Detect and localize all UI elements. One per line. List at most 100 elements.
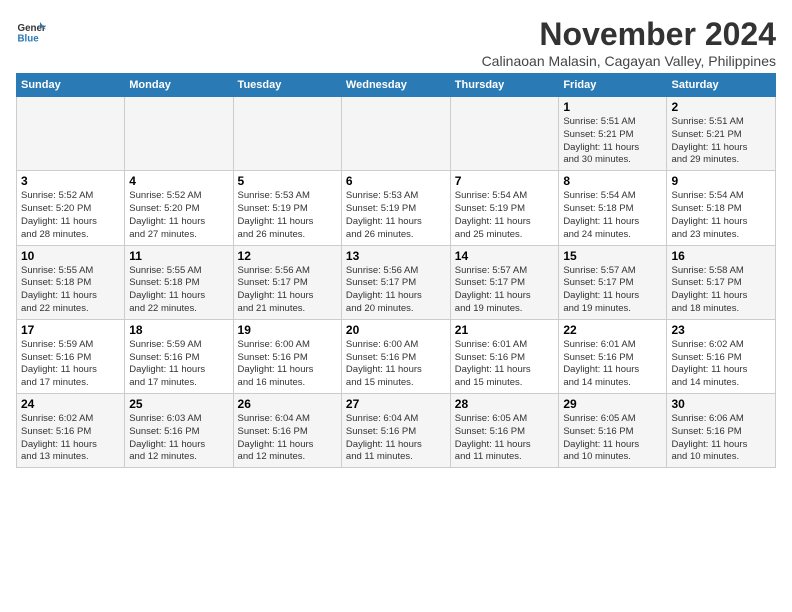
- day-number: 10: [21, 249, 120, 263]
- day-info: Sunrise: 5:58 AM Sunset: 5:17 PM Dayligh…: [671, 265, 771, 316]
- day-number: 7: [455, 174, 555, 188]
- calendar-cell: 15Sunrise: 5:57 AM Sunset: 5:17 PM Dayli…: [559, 245, 667, 319]
- calendar-cell: 27Sunrise: 6:04 AM Sunset: 5:16 PM Dayli…: [341, 394, 450, 468]
- calendar-cell: 25 Sunrise: 6:03 AM Sunset: 5:16 PM Dayli…: [125, 394, 233, 468]
- calendar-cell: 26Sunrise: 6:04 AM Sunset: 5:16 PM Dayli…: [233, 394, 341, 468]
- day-number: 6: [346, 174, 446, 188]
- column-header-thursday: Thursday: [450, 74, 559, 97]
- calendar-table: SundayMondayTuesdayWednesdayThursdayFrid…: [16, 73, 776, 468]
- calendar-cell: 7 Sunrise: 5:54 AM Sunset: 5:19 PM Daylig…: [450, 171, 559, 245]
- week-row-2: 3 Sunrise: 5:52 AM Sunset: 5:20 PM Daylig…: [17, 171, 776, 245]
- calendar-cell: 17 Sunrise: 5:59 AM Sunset: 5:16 PM Dayli…: [17, 319, 125, 393]
- location-title: Calinaoan Malasin, Cagayan Valley, Phili…: [482, 53, 776, 69]
- calendar-cell: 21 Sunrise: 6:01 AM Sunset: 5:16 PM Dayli…: [450, 319, 559, 393]
- day-number: 25: [129, 397, 228, 411]
- week-row-3: 10 Sunrise: 5:55 AM Sunset: 5:18 PM Dayli…: [17, 245, 776, 319]
- day-info: Sunrise: 5:54 AM Sunset: 5:18 PM Dayligh…: [563, 190, 662, 241]
- day-number: 21: [455, 323, 555, 337]
- calendar-cell: 9 Sunrise: 5:54 AM Sunset: 5:18 PM Daylig…: [667, 171, 776, 245]
- calendar-cell: 6Sunrise: 5:53 AM Sunset: 5:19 PM Daylig…: [341, 171, 450, 245]
- day-info: Sunrise: 6:06 AM Sunset: 5:16 PM Dayligh…: [671, 413, 771, 464]
- logo: General Blue: [16, 16, 46, 46]
- day-number: 8: [563, 174, 662, 188]
- calendar-cell: 4Sunrise: 5:52 AM Sunset: 5:20 PM Daylig…: [125, 171, 233, 245]
- calendar-cell: 30Sunrise: 6:06 AM Sunset: 5:16 PM Dayli…: [667, 394, 776, 468]
- day-number: 28: [455, 397, 555, 411]
- week-row-4: 17 Sunrise: 5:59 AM Sunset: 5:16 PM Dayli…: [17, 319, 776, 393]
- day-number: 23: [671, 323, 771, 337]
- day-info: Sunrise: 5:55 AM Sunset: 5:18 PM Dayligh…: [129, 265, 228, 316]
- svg-text:Blue: Blue: [18, 34, 40, 45]
- day-number: 11: [129, 249, 228, 263]
- day-info: Sunrise: 5:52 AM Sunset: 5:20 PM Dayligh…: [21, 190, 120, 241]
- calendar-cell: 10 Sunrise: 5:55 AM Sunset: 5:18 PM Dayli…: [17, 245, 125, 319]
- column-header-wednesday: Wednesday: [341, 74, 450, 97]
- day-info: Sunrise: 6:01 AM Sunset: 5:16 PM Dayligh…: [563, 339, 662, 390]
- calendar-cell: 12 Sunrise: 5:56 AM Sunset: 5:17 PM Dayli…: [233, 245, 341, 319]
- column-header-monday: Monday: [125, 74, 233, 97]
- day-number: 29: [563, 397, 662, 411]
- day-number: 5: [238, 174, 337, 188]
- day-number: 9: [671, 174, 771, 188]
- day-info: Sunrise: 6:00 AM Sunset: 5:16 PM Dayligh…: [346, 339, 446, 390]
- calendar-cell: 14 Sunrise: 5:57 AM Sunset: 5:17 PM Dayli…: [450, 245, 559, 319]
- day-info: Sunrise: 5:54 AM Sunset: 5:18 PM Dayligh…: [671, 190, 771, 241]
- calendar-cell: 1Sunrise: 5:51 AM Sunset: 5:21 PM Daylig…: [559, 97, 667, 171]
- calendar-cell: [341, 97, 450, 171]
- calendar-cell: 13 Sunrise: 5:56 AM Sunset: 5:17 PM Dayli…: [341, 245, 450, 319]
- calendar-cell: 2 Sunrise: 5:51 AM Sunset: 5:21 PM Daylig…: [667, 97, 776, 171]
- day-info: Sunrise: 5:54 AM Sunset: 5:19 PM Dayligh…: [455, 190, 555, 241]
- day-info: Sunrise: 5:51 AM Sunset: 5:21 PM Dayligh…: [671, 116, 771, 167]
- day-number: 4: [129, 174, 228, 188]
- day-number: 19: [238, 323, 337, 337]
- day-info: Sunrise: 6:04 AM Sunset: 5:16 PM Dayligh…: [238, 413, 337, 464]
- calendar-cell: [450, 97, 559, 171]
- calendar-cell: 23Sunrise: 6:02 AM Sunset: 5:16 PM Dayli…: [667, 319, 776, 393]
- day-number: 14: [455, 249, 555, 263]
- day-info: Sunrise: 6:00 AM Sunset: 5:16 PM Dayligh…: [238, 339, 337, 390]
- day-info: Sunrise: 5:59 AM Sunset: 5:16 PM Dayligh…: [129, 339, 228, 390]
- week-row-5: 24Sunrise: 6:02 AM Sunset: 5:16 PM Dayli…: [17, 394, 776, 468]
- calendar-cell: 11 Sunrise: 5:55 AM Sunset: 5:18 PM Dayli…: [125, 245, 233, 319]
- calendar-cell: 19 Sunrise: 6:00 AM Sunset: 5:16 PM Dayli…: [233, 319, 341, 393]
- day-number: 15: [563, 249, 662, 263]
- day-number: 27: [346, 397, 446, 411]
- calendar-header-row: SundayMondayTuesdayWednesdayThursdayFrid…: [17, 74, 776, 97]
- calendar-cell: 29 Sunrise: 6:05 AM Sunset: 5:16 PM Dayli…: [559, 394, 667, 468]
- week-row-1: 1Sunrise: 5:51 AM Sunset: 5:21 PM Daylig…: [17, 97, 776, 171]
- day-number: 3: [21, 174, 120, 188]
- calendar-cell: 8 Sunrise: 5:54 AM Sunset: 5:18 PM Daylig…: [559, 171, 667, 245]
- day-info: Sunrise: 6:05 AM Sunset: 5:16 PM Dayligh…: [455, 413, 555, 464]
- calendar-cell: 16 Sunrise: 5:58 AM Sunset: 5:17 PM Dayli…: [667, 245, 776, 319]
- day-number: 2: [671, 100, 771, 114]
- calendar-body: 1Sunrise: 5:51 AM Sunset: 5:21 PM Daylig…: [17, 97, 776, 468]
- calendar-cell: 3 Sunrise: 5:52 AM Sunset: 5:20 PM Daylig…: [17, 171, 125, 245]
- day-info: Sunrise: 6:05 AM Sunset: 5:16 PM Dayligh…: [563, 413, 662, 464]
- day-info: Sunrise: 6:03 AM Sunset: 5:16 PM Dayligh…: [129, 413, 228, 464]
- day-number: 20: [346, 323, 446, 337]
- day-info: Sunrise: 5:56 AM Sunset: 5:17 PM Dayligh…: [238, 265, 337, 316]
- column-header-friday: Friday: [559, 74, 667, 97]
- day-number: 13: [346, 249, 446, 263]
- calendar-cell: 28 Sunrise: 6:05 AM Sunset: 5:16 PM Dayli…: [450, 394, 559, 468]
- column-header-sunday: Sunday: [17, 74, 125, 97]
- calendar-cell: 22Sunrise: 6:01 AM Sunset: 5:16 PM Dayli…: [559, 319, 667, 393]
- month-title: November 2024: [482, 16, 776, 53]
- day-info: Sunrise: 5:59 AM Sunset: 5:16 PM Dayligh…: [21, 339, 120, 390]
- day-info: Sunrise: 5:55 AM Sunset: 5:18 PM Dayligh…: [21, 265, 120, 316]
- day-number: 16: [671, 249, 771, 263]
- title-area: November 2024 Calinaoan Malasin, Cagayan…: [482, 16, 776, 69]
- column-header-saturday: Saturday: [667, 74, 776, 97]
- calendar-cell: [17, 97, 125, 171]
- day-info: Sunrise: 6:01 AM Sunset: 5:16 PM Dayligh…: [455, 339, 555, 390]
- calendar-cell: 20 Sunrise: 6:00 AM Sunset: 5:16 PM Dayli…: [341, 319, 450, 393]
- day-info: Sunrise: 5:53 AM Sunset: 5:19 PM Dayligh…: [238, 190, 337, 241]
- day-number: 17: [21, 323, 120, 337]
- day-number: 24: [21, 397, 120, 411]
- day-info: Sunrise: 5:56 AM Sunset: 5:17 PM Dayligh…: [346, 265, 446, 316]
- day-number: 12: [238, 249, 337, 263]
- day-number: 18: [129, 323, 228, 337]
- calendar-cell: 18 Sunrise: 5:59 AM Sunset: 5:16 PM Dayli…: [125, 319, 233, 393]
- day-info: Sunrise: 5:57 AM Sunset: 5:17 PM Dayligh…: [455, 265, 555, 316]
- logo-icon: General Blue: [16, 16, 46, 46]
